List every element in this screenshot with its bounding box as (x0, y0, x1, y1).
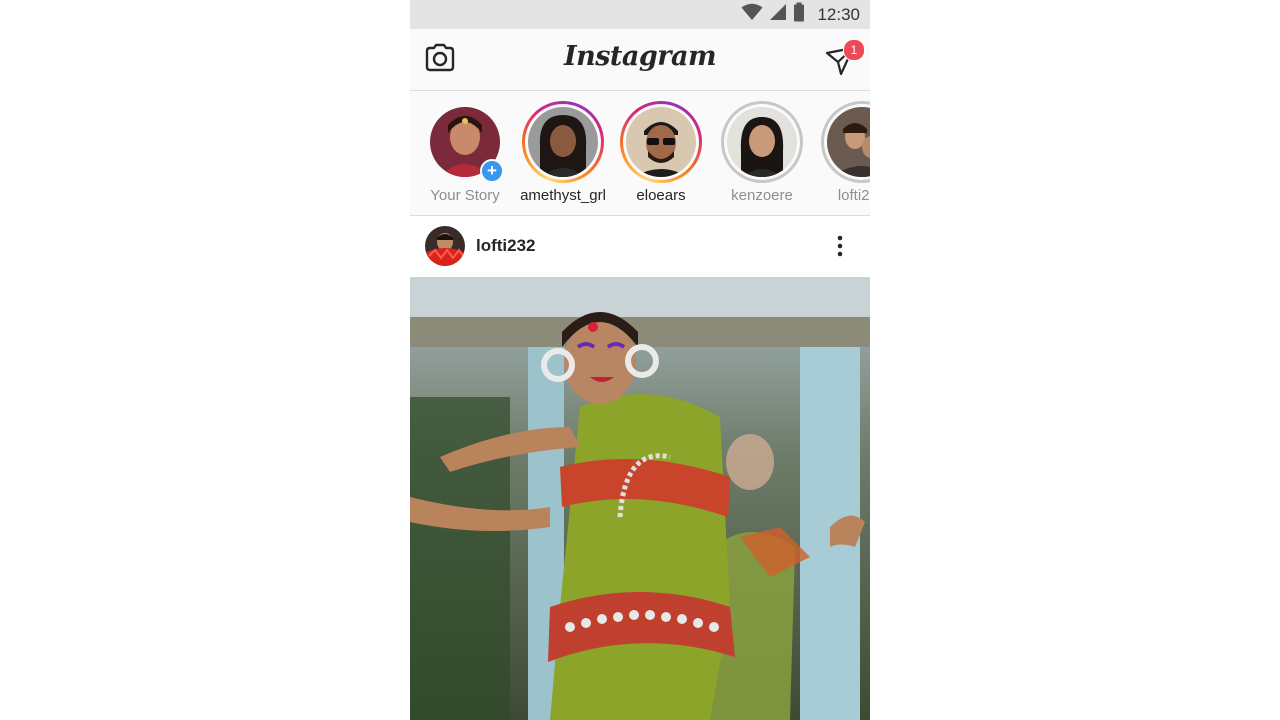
unread-badge: 1 (843, 39, 865, 61)
wifi-icon (741, 3, 763, 26)
more-vertical-icon (830, 235, 850, 262)
story-label: amethyst_grl (520, 187, 606, 204)
stories-tray[interactable]: + Your Story amethyst_grl eloears kenzoe… (410, 91, 870, 216)
post-options-button[interactable] (830, 234, 850, 258)
battery-icon (793, 2, 805, 27)
status-bar: 12:30 (410, 0, 870, 29)
story-amethyst-grl[interactable]: amethyst_grl (514, 101, 612, 204)
story-eloears[interactable]: eloears (612, 101, 710, 204)
story-ring (821, 101, 870, 183)
story-label: lofti232 (837, 187, 870, 204)
avatar (528, 107, 598, 177)
app-header: Instagram 1 (410, 29, 870, 91)
story-kenzoere[interactable]: kenzoere (713, 101, 811, 204)
post-username[interactable]: lofti232 (476, 236, 536, 256)
story-ring (620, 101, 702, 183)
add-story-button[interactable]: + (480, 159, 504, 183)
avatar (827, 107, 870, 177)
post-image[interactable] (410, 277, 870, 720)
paper-plane-icon (824, 46, 856, 81)
post-author-avatar[interactable] (425, 226, 465, 266)
story-label: eloears (636, 187, 686, 204)
post-header: lofti232 (410, 216, 870, 276)
story-your-story[interactable]: + Your Story (416, 101, 514, 204)
story-ring (721, 101, 803, 183)
direct-messages-button[interactable]: 1 (824, 39, 865, 81)
status-icons: 12:30 (741, 0, 860, 29)
story-ring (522, 101, 604, 183)
status-time: 12:30 (817, 4, 860, 24)
story-label: Your Story (430, 187, 500, 204)
story-lofti232[interactable]: lofti232 (813, 101, 870, 204)
instagram-logo: Instagram (563, 41, 717, 72)
story-ring: + (424, 101, 506, 183)
phone-screen: 12:30 Instagram 1 + Your Story amethyst_… (410, 0, 870, 720)
avatar (727, 107, 797, 177)
story-label: kenzoere (731, 187, 793, 204)
cell-signal-icon (769, 3, 787, 26)
avatar (626, 107, 696, 177)
